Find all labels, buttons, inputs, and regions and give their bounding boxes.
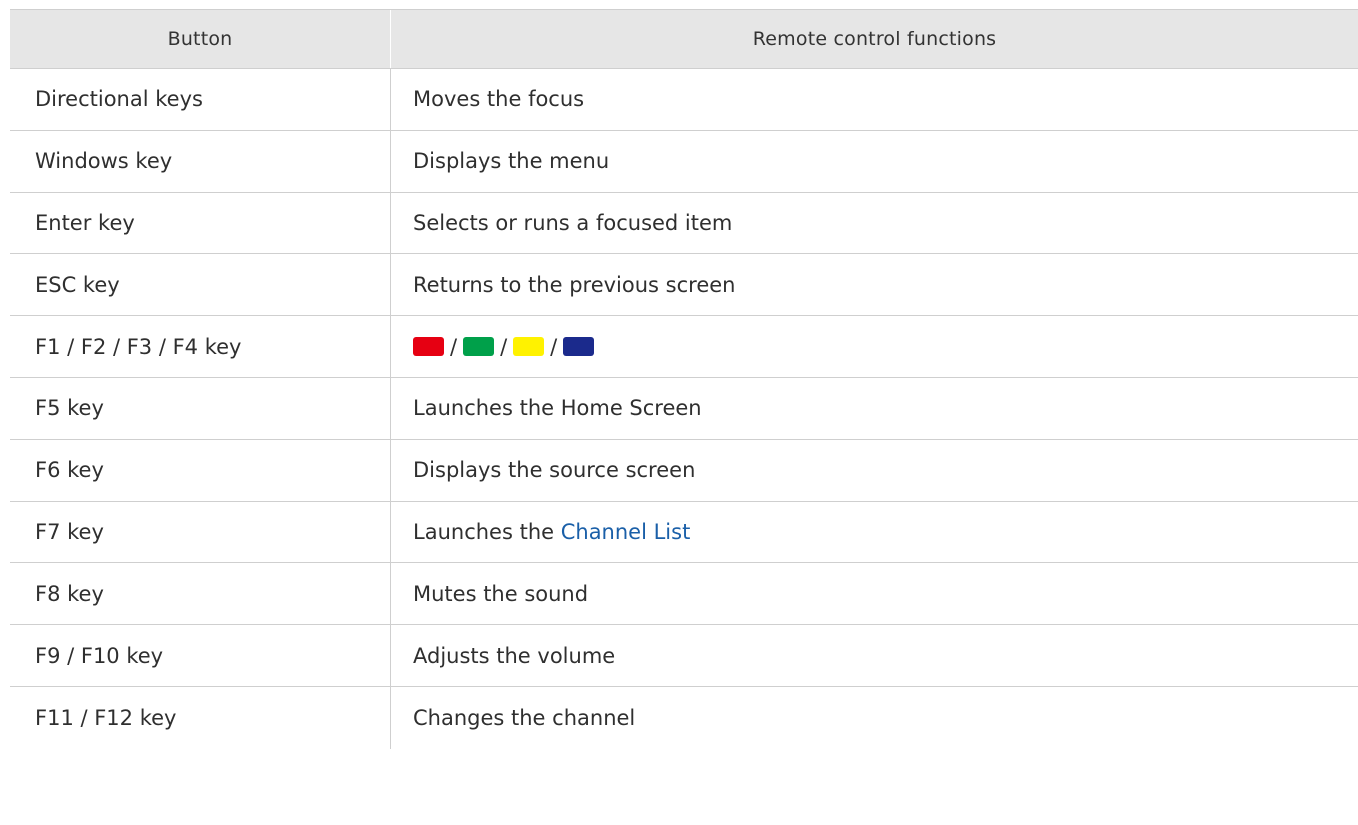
button-cell: F8 key [10, 563, 391, 625]
table-row: Enter key Selects or runs a focused item [10, 192, 1358, 255]
function-cell: Launches the Channel List [391, 502, 1358, 563]
table-row: F6 key Displays the source screen [10, 439, 1358, 502]
button-cell: Windows key [10, 130, 391, 192]
function-cell: Changes the channel [413, 705, 636, 730]
header-remote-control-functions: Remote control functions [752, 28, 997, 50]
function-cell: Launches the Home Screen [413, 396, 702, 421]
function-cell-color-keys: / / / [391, 316, 1358, 377]
separator: / [450, 334, 458, 359]
blue-key-swatch [563, 337, 595, 357]
button-cell: F9 / F10 key [10, 625, 391, 686]
remote-functions-table: Button Remote control functions Directio… [10, 9, 1358, 749]
button-cell: Directional keys [10, 69, 391, 130]
button-cell: ESC key [10, 254, 391, 316]
button-cell: F7 key [10, 501, 391, 563]
function-cell: Returns to the previous screen [413, 272, 736, 297]
channel-list-link[interactable]: Channel List [561, 520, 691, 544]
button-cell: F11 / F12 key [10, 686, 391, 749]
button-cell: F5 key [10, 377, 391, 439]
table-row: F1 / F2 / F3 / F4 key / / / [10, 316, 1358, 378]
yellow-key-swatch [513, 337, 545, 357]
button-cell: F6 key [10, 439, 391, 501]
function-text: Launches the [413, 519, 561, 544]
button-cell: Enter key [10, 192, 391, 254]
function-cell: Displays the source screen [413, 458, 696, 483]
function-cell: Selects or runs a focused item [413, 210, 733, 235]
separator: / [500, 334, 508, 359]
separator: / [550, 334, 558, 359]
table-row: Windows key Displays the menu [10, 130, 1358, 193]
table-row: F9 / F10 key Adjusts the volume [10, 625, 1358, 687]
green-key-swatch [463, 337, 495, 357]
button-cell: F1 / F2 / F3 / F4 key [10, 316, 391, 377]
header-button: Button [10, 10, 391, 68]
table-row: ESC key Returns to the previous screen [10, 254, 1358, 317]
table-row: F7 key Launches the Channel List [10, 501, 1358, 564]
table-row: F5 key Launches the Home Screen [10, 377, 1358, 440]
table-row: F8 key Mutes the sound [10, 563, 1358, 626]
function-cell: Moves the focus [413, 87, 585, 112]
function-cell: Adjusts the volume [413, 643, 616, 668]
function-cell: Mutes the sound [413, 581, 589, 606]
table-row: Directional keys Moves the focus [10, 69, 1358, 131]
function-cell: Displays the menu [413, 149, 610, 174]
table-header-row: Button Remote control functions [10, 10, 1358, 69]
red-key-swatch [413, 337, 444, 357]
table-row: F11 / F12 key Changes the channel [10, 686, 1358, 749]
